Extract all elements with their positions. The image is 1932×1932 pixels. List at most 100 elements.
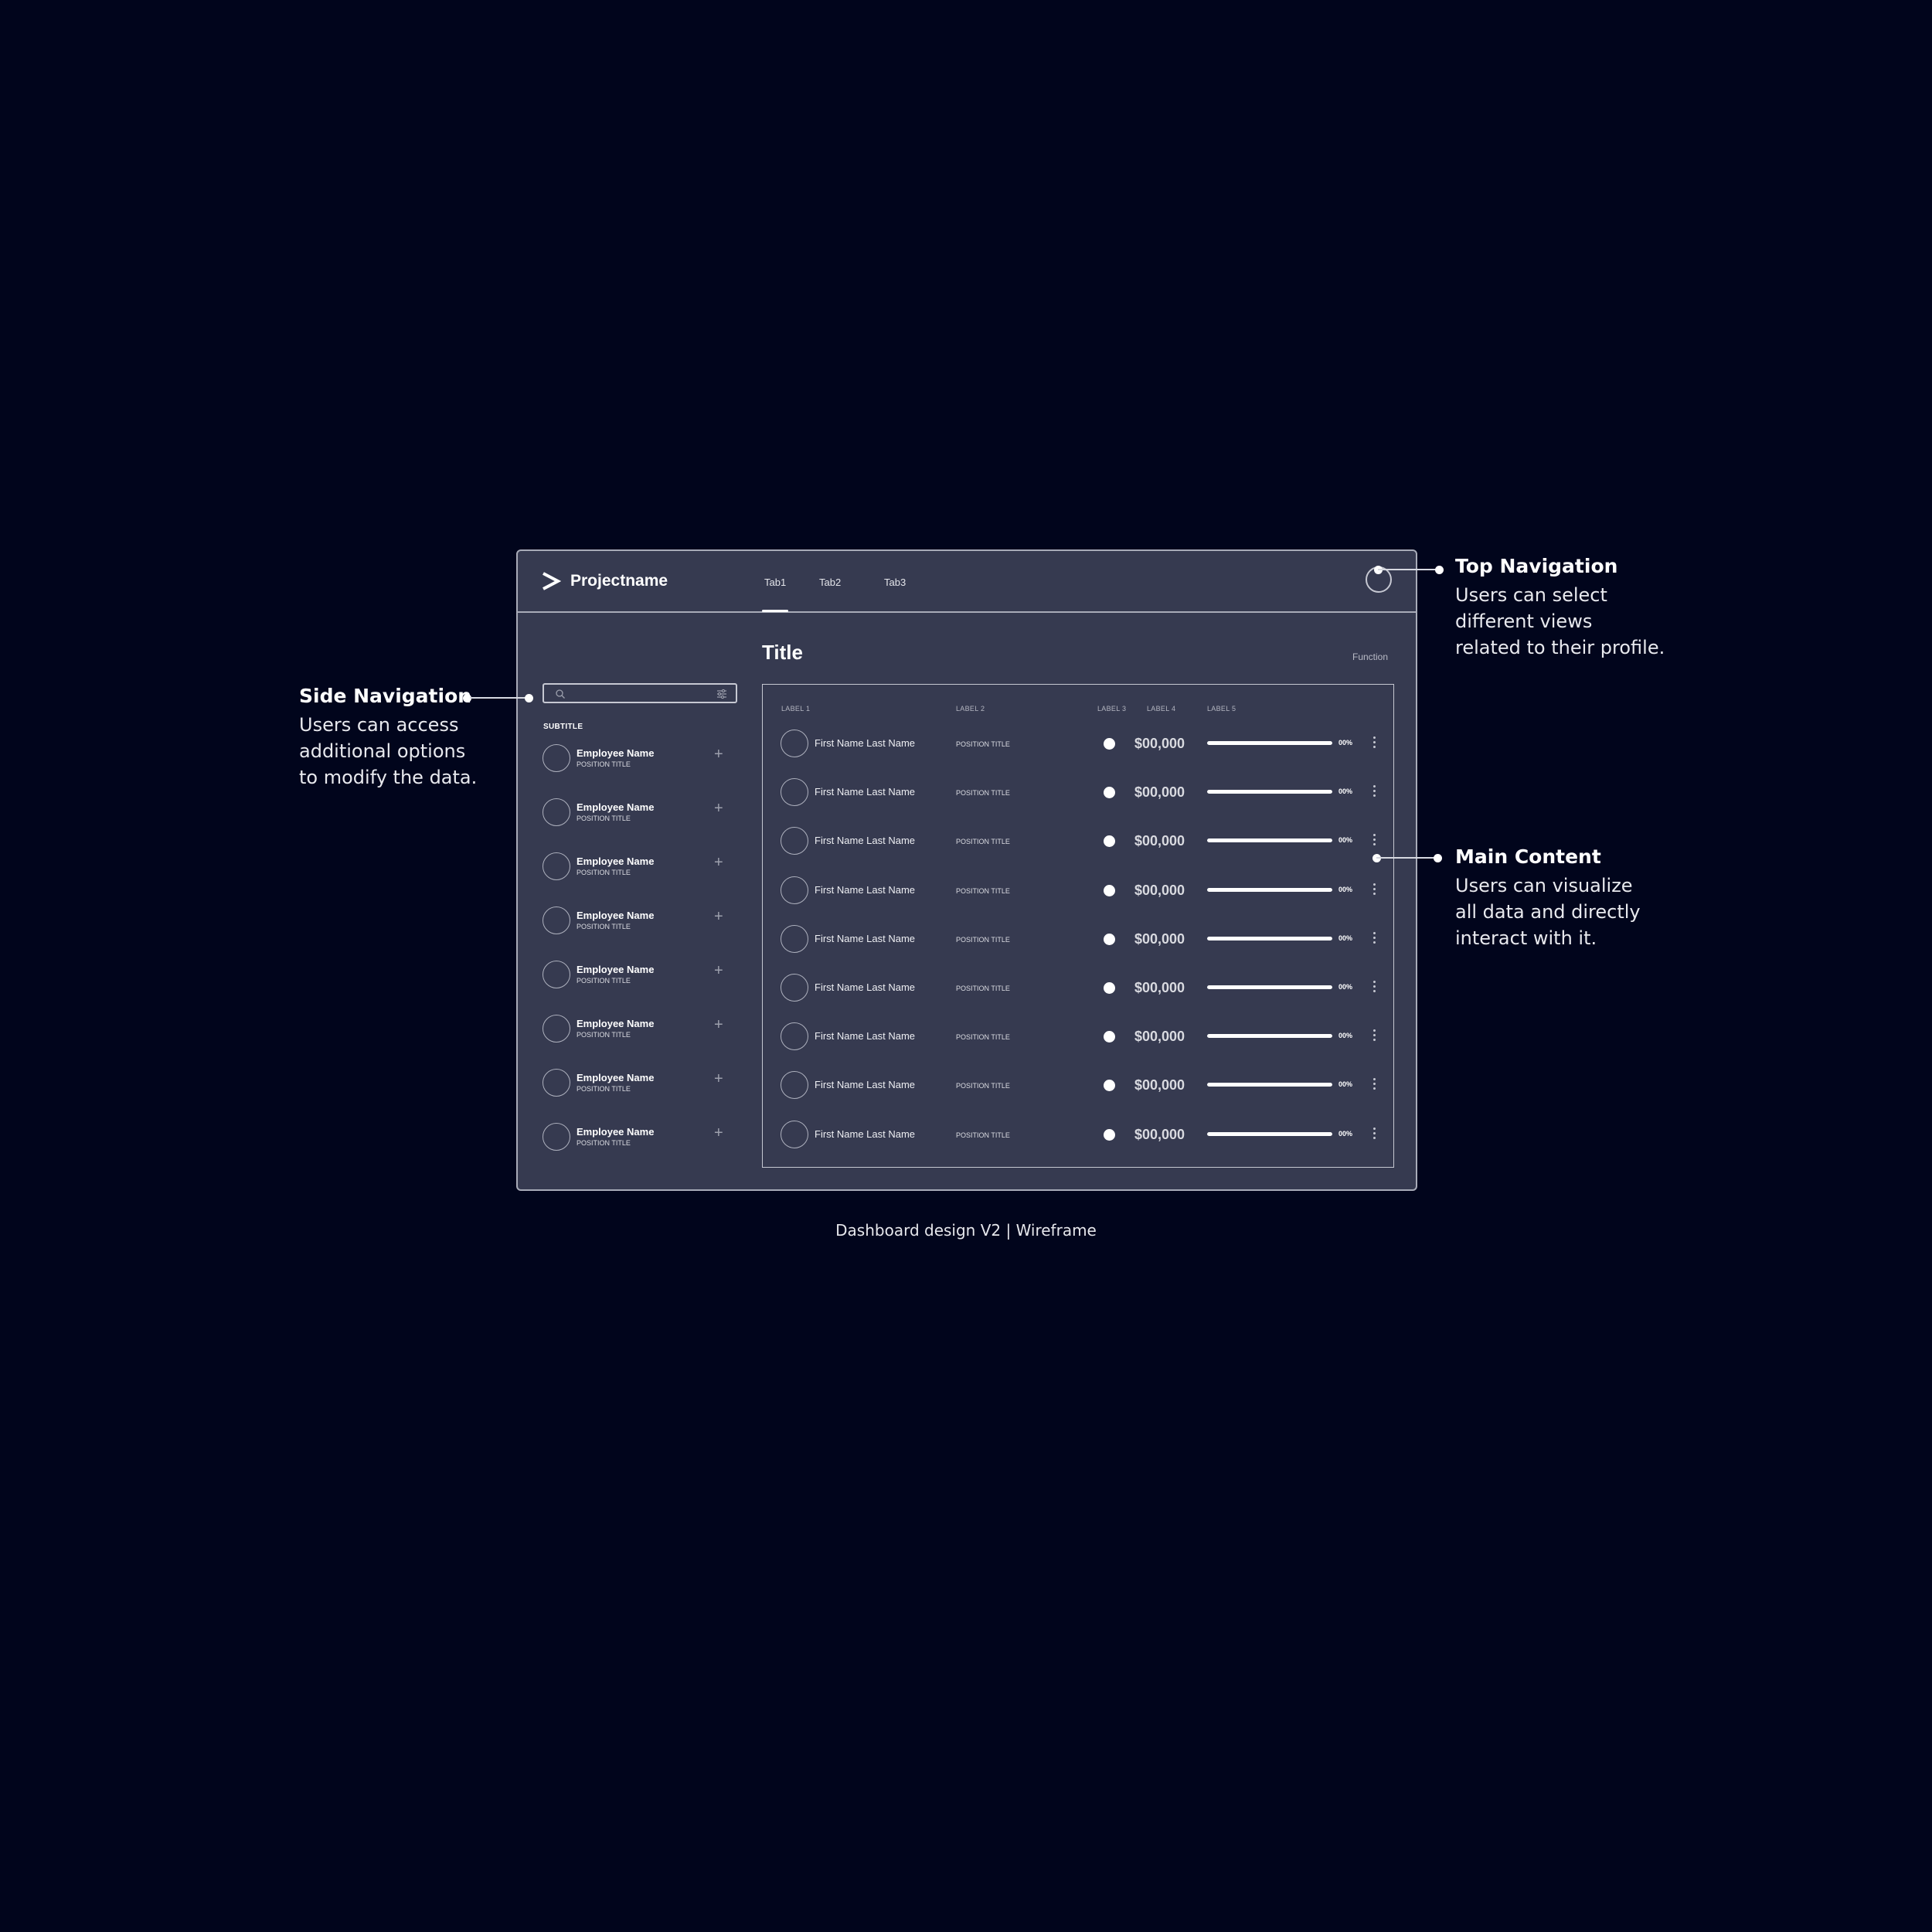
sidebar-employee-item[interactable]: Employee Name POSITION TITLE + bbox=[543, 906, 728, 937]
caption: Dashboard design V2 | Wireframe bbox=[835, 1221, 1097, 1240]
avatar bbox=[543, 906, 570, 934]
progress-fill bbox=[1207, 936, 1332, 940]
employee-position: POSITION TITLE bbox=[577, 1031, 631, 1039]
sidebar-employee-item[interactable]: Employee Name POSITION TITLE + bbox=[543, 1015, 728, 1046]
table-row[interactable]: First Name Last Name POSITION TITLE $00,00… bbox=[763, 924, 1393, 956]
table-row[interactable]: First Name Last Name POSITION TITLE $00,00… bbox=[763, 730, 1393, 760]
column-header: LABEL 3 bbox=[1097, 705, 1127, 713]
employee-position: POSITION TITLE bbox=[577, 869, 631, 876]
table-row[interactable]: First Name Last Name POSITION TITLE $00,00… bbox=[763, 778, 1393, 809]
row-position: POSITION TITLE bbox=[956, 985, 1010, 992]
plus-icon[interactable]: + bbox=[714, 801, 723, 816]
more-vertical-icon[interactable] bbox=[1370, 881, 1378, 900]
search-icon bbox=[556, 689, 565, 699]
sidebar-employee-item[interactable]: Employee Name POSITION TITLE + bbox=[543, 852, 728, 883]
progress-fill bbox=[1207, 838, 1332, 843]
row-name: First Name Last Name bbox=[815, 932, 916, 944]
row-name: First Name Last Name bbox=[815, 1079, 916, 1091]
progress-bar bbox=[1207, 838, 1332, 843]
employee-name: Employee Name bbox=[577, 1126, 655, 1138]
more-vertical-icon[interactable] bbox=[1370, 734, 1378, 753]
row-percent: 00% bbox=[1338, 787, 1353, 796]
more-vertical-icon[interactable] bbox=[1370, 832, 1378, 850]
table-row[interactable]: First Name Last Name POSITION TITLE $00,00… bbox=[763, 1022, 1393, 1053]
table-row[interactable]: First Name Last Name POSITION TITLE $00,00… bbox=[763, 1071, 1393, 1102]
more-vertical-icon[interactable] bbox=[1370, 1027, 1378, 1046]
sidebar-employee-item[interactable]: Employee Name POSITION TITLE + bbox=[543, 798, 728, 829]
column-header: LABEL 2 bbox=[956, 705, 985, 713]
tab-1[interactable]: Tab1 bbox=[764, 577, 786, 588]
callout-text: additional options bbox=[299, 740, 466, 762]
avatar bbox=[781, 1120, 808, 1148]
tab-3[interactable]: Tab3 bbox=[884, 577, 906, 588]
row-position: POSITION TITLE bbox=[956, 789, 1010, 798]
avatar bbox=[781, 827, 808, 855]
row-name: First Name Last Name bbox=[815, 835, 916, 847]
table-row[interactable]: First Name Last Name POSITION TITLE $00,00… bbox=[763, 827, 1393, 858]
row-percent: 00% bbox=[1338, 1032, 1353, 1040]
sliders-icon[interactable] bbox=[716, 689, 728, 699]
dashboard-window: Projectname Tab1 Tab2 Tab3 SUBTITLE Empl… bbox=[516, 549, 1417, 1191]
row-name: First Name Last Name bbox=[815, 737, 916, 749]
employee-name: Employee Name bbox=[577, 910, 655, 921]
callout-anchor-dot bbox=[1435, 566, 1444, 574]
function-link[interactable]: Function bbox=[1352, 651, 1388, 662]
callout-text: to modify the data. bbox=[299, 767, 478, 788]
avatar bbox=[781, 876, 808, 904]
data-table: LABEL 1 LABEL 2 LABEL 3 LABEL 4 LABEL 5 … bbox=[762, 684, 1394, 1168]
sidebar-employee-item[interactable]: Employee Name POSITION TITLE + bbox=[543, 961, 728, 992]
plus-icon[interactable]: + bbox=[714, 855, 723, 870]
column-header: LABEL 4 bbox=[1147, 705, 1176, 713]
progress-fill bbox=[1207, 741, 1332, 745]
tab-2[interactable]: Tab2 bbox=[819, 577, 841, 588]
avatar bbox=[781, 924, 808, 953]
progress-bar bbox=[1207, 1083, 1332, 1087]
avatar bbox=[543, 744, 570, 772]
sidebar-employee-item[interactable]: Employee Name POSITION TITLE + bbox=[543, 1069, 728, 1100]
progress-fill bbox=[1207, 985, 1332, 989]
callout-text: Users can access bbox=[299, 714, 459, 736]
plus-icon[interactable]: + bbox=[714, 1071, 723, 1087]
avatar bbox=[543, 798, 570, 826]
row-position: POSITION TITLE bbox=[956, 935, 1010, 944]
chevron-right-icon bbox=[543, 572, 561, 590]
employee-position: POSITION TITLE bbox=[577, 760, 631, 768]
callout-text: Users can visualize bbox=[1455, 875, 1633, 896]
plus-icon[interactable]: + bbox=[714, 1017, 723, 1032]
callout-anchor-dot bbox=[525, 694, 533, 702]
more-vertical-icon[interactable] bbox=[1370, 1076, 1378, 1094]
row-percent: 00% bbox=[1338, 836, 1353, 845]
callout-title: Main Content bbox=[1455, 845, 1601, 868]
progress-bar bbox=[1207, 985, 1332, 989]
row-percent: 00% bbox=[1338, 1129, 1353, 1138]
callout-main-content: Main Content Users can visualize all dat… bbox=[1455, 845, 1641, 951]
employee-position: POSITION TITLE bbox=[577, 1085, 631, 1093]
more-vertical-icon[interactable] bbox=[1370, 930, 1378, 948]
status-dot bbox=[1104, 1080, 1115, 1092]
more-vertical-icon[interactable] bbox=[1370, 783, 1378, 801]
plus-icon[interactable]: + bbox=[714, 909, 723, 924]
plus-icon[interactable]: + bbox=[714, 1125, 723, 1141]
avatar bbox=[781, 1071, 808, 1100]
row-position: POSITION TITLE bbox=[956, 886, 1010, 895]
callout-connector bbox=[1376, 857, 1438, 859]
more-vertical-icon[interactable] bbox=[1370, 1125, 1378, 1144]
table-row[interactable]: First Name Last Name POSITION TITLE $00,00… bbox=[763, 876, 1393, 907]
search-input[interactable] bbox=[543, 683, 737, 703]
status-dot bbox=[1104, 1128, 1115, 1141]
avatar bbox=[781, 778, 808, 807]
sidebar-employee-item[interactable]: Employee Name POSITION TITLE + bbox=[543, 744, 728, 775]
row-percent: 00% bbox=[1338, 983, 1353, 991]
plus-icon[interactable]: + bbox=[714, 963, 723, 978]
table-row[interactable]: First Name Last Name POSITION TITLE $00,00… bbox=[763, 1120, 1393, 1151]
avatar bbox=[781, 730, 808, 757]
employee-position: POSITION TITLE bbox=[577, 1139, 631, 1147]
more-vertical-icon[interactable] bbox=[1370, 978, 1378, 997]
plus-icon[interactable]: + bbox=[714, 747, 723, 762]
callout-title: Top Navigation bbox=[1455, 555, 1618, 577]
sidebar-employee-item[interactable]: Employee Name POSITION TITLE + bbox=[543, 1123, 728, 1154]
table-row[interactable]: First Name Last Name POSITION TITLE $00,00… bbox=[763, 974, 1393, 1005]
avatar bbox=[543, 1069, 570, 1097]
row-name: First Name Last Name bbox=[815, 1030, 916, 1043]
progress-fill bbox=[1207, 1083, 1332, 1087]
